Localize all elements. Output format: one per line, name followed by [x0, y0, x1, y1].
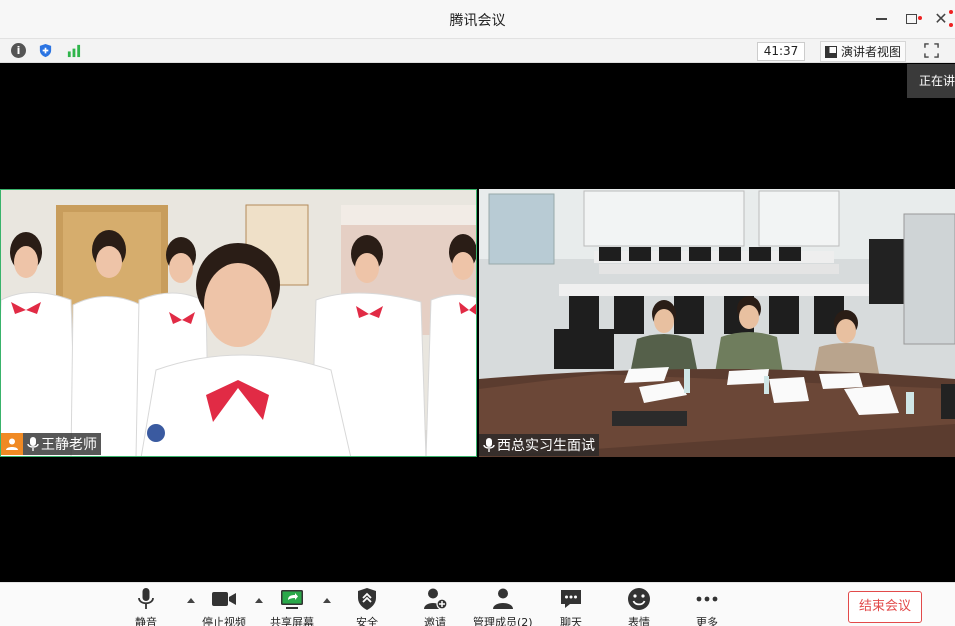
info-icon[interactable]: i: [11, 43, 26, 58]
layout-icon: [825, 45, 837, 58]
window-title: 腾讯会议: [449, 13, 506, 29]
reactions-button[interactable]: 表情: [626, 587, 652, 626]
participant-name: 西总实习生面试: [497, 438, 595, 454]
mute-label: 静音: [135, 616, 157, 626]
speaking-indicator: 正在讲: [907, 64, 955, 98]
more-label: 更多: [696, 616, 718, 626]
invite-button[interactable]: 邀请: [422, 587, 448, 626]
mute-button[interactable]: 静音: [133, 587, 159, 626]
host-avatar-icon: [1, 433, 23, 455]
manage-members-button[interactable]: 管理成员(2): [473, 587, 533, 626]
close-button[interactable]: ✕: [930, 8, 953, 30]
add-user-icon: [424, 588, 448, 610]
end-meeting-button[interactable]: 结束会议: [848, 591, 922, 623]
video-options-caret[interactable]: [255, 598, 263, 603]
notification-dot: [949, 10, 953, 14]
microphone-icon: [27, 437, 39, 451]
share-screen-label: 共享屏幕: [270, 616, 314, 626]
chat-button[interactable]: 聊天: [558, 587, 584, 626]
video-camera-icon: [212, 592, 236, 606]
invite-label: 邀请: [424, 616, 446, 626]
presenter-view-button[interactable]: 演讲者视图: [820, 41, 907, 62]
video-tile-participant[interactable]: 西总实习生面试: [479, 189, 955, 457]
stop-video-button[interactable]: 停止视频: [202, 587, 246, 626]
more-dots-icon: [696, 596, 718, 602]
minimize-button[interactable]: [871, 8, 893, 30]
maximize-button[interactable]: [901, 8, 923, 30]
manage-members-label: 管理成员(2): [473, 616, 533, 626]
participant-video-interview-room: [479, 189, 955, 457]
more-button[interactable]: 更多: [694, 587, 720, 626]
smiley-icon: [628, 588, 650, 610]
notification-dot: [918, 16, 922, 20]
chat-bubble-icon: [561, 590, 581, 608]
shield-icon[interactable]: [38, 43, 53, 58]
participant-video-nurses: [1, 190, 476, 456]
shield-icon: [358, 588, 376, 610]
meeting-info-bar: i 41:37 演讲者视图: [0, 38, 955, 63]
network-signal-icon[interactable]: [66, 43, 81, 58]
participant-name: 王静老师: [41, 437, 97, 453]
share-options-caret[interactable]: [323, 598, 331, 603]
notification-dot: [949, 23, 953, 27]
meeting-timer: 41:37: [757, 42, 805, 61]
reactions-label: 表情: [628, 616, 650, 626]
chat-label: 聊天: [560, 616, 582, 626]
participant-name-tag: 王静老师: [1, 433, 101, 455]
share-screen-icon: [281, 590, 303, 609]
share-screen-button[interactable]: 共享屏幕: [270, 587, 314, 626]
meeting-toolbar: 静音 停止视频 共享屏幕 安全 邀请 管理成员(2) 聊天 表情 更多 结束会议: [0, 582, 955, 626]
title-bar: 腾讯会议 ✕: [0, 0, 955, 38]
microphone-icon: [483, 438, 495, 452]
fullscreen-icon[interactable]: [924, 43, 939, 58]
participant-name-tag: 西总实习生面试: [479, 434, 599, 456]
stop-video-label: 停止视频: [202, 616, 246, 626]
presenter-view-label: 演讲者视图: [841, 45, 902, 59]
members-icon: [492, 588, 513, 609]
security-label: 安全: [356, 616, 378, 626]
microphone-icon: [138, 588, 154, 609]
video-tile-active-speaker[interactable]: 王静老师: [0, 189, 477, 457]
security-button[interactable]: 安全: [354, 587, 380, 626]
meeting-window: 腾讯会议 ✕ i 41:37 演讲者视图 正在讲 王静老师 西总实习生面试 静音…: [0, 0, 955, 626]
audio-options-caret[interactable]: [187, 598, 195, 603]
